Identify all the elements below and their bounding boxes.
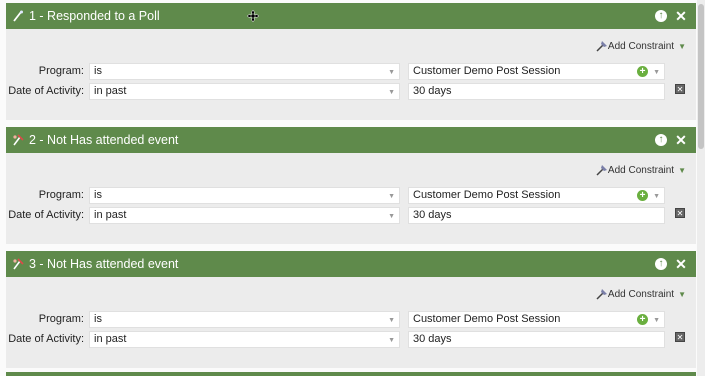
- add-constraint-button[interactable]: Add Constraint ▼: [596, 40, 686, 52]
- remove-constraint-button[interactable]: ✕: [675, 84, 685, 94]
- plus-icon[interactable]: +: [637, 65, 648, 77]
- close-icon: ✕: [676, 85, 684, 94]
- program-row: Program: is ▼ Customer Demo Post Session…: [6, 310, 665, 328]
- constraint-icon: [596, 165, 607, 176]
- add-constraint-button[interactable]: Add Constraint ▼: [596, 164, 686, 176]
- program-value-select[interactable]: Customer Demo Post Session + ▼: [408, 186, 665, 204]
- program-row: Program: is ▼ Customer Demo Post Session…: [6, 186, 665, 204]
- not-attended-icon: [11, 257, 25, 271]
- chevron-down-icon: ▼: [388, 88, 395, 96]
- filter-card-3: 3 - Not Has attended event ↑ ✕ Add Const…: [6, 251, 696, 368]
- chevron-down-icon: ▼: [388, 68, 395, 76]
- program-operator-select[interactable]: is ▼: [89, 62, 400, 80]
- chevron-down-icon: ▼: [653, 316, 660, 324]
- constraint-icon: [596, 289, 607, 300]
- date-row: Date of Activity: in past ▼ 30 days: [6, 206, 665, 224]
- program-value: Customer Demo Post Session: [413, 65, 561, 77]
- plus-icon[interactable]: +: [637, 313, 648, 325]
- date-operator-select[interactable]: in past ▼: [89, 82, 400, 100]
- program-operator-value: is: [94, 313, 102, 325]
- scrollbar[interactable]: [697, 0, 705, 376]
- close-filter-button[interactable]: ✕: [674, 131, 688, 148]
- program-operator-value: is: [94, 65, 102, 77]
- plus-icon[interactable]: +: [637, 189, 648, 201]
- close-icon: ✕: [675, 255, 687, 272]
- program-label: Program:: [38, 189, 84, 201]
- arrow-up-icon: ↑: [655, 258, 667, 270]
- filter-title: 2 - Not Has attended event: [29, 133, 179, 147]
- not-attended-icon: [11, 133, 25, 147]
- filter-header: 1 - Responded to a Poll ↑ ✕: [6, 3, 696, 29]
- filter-header: 3 - Not Has attended event ↑ ✕: [6, 251, 696, 277]
- add-constraint-button[interactable]: Add Constraint ▼: [596, 288, 686, 300]
- program-value: Customer Demo Post Session: [413, 189, 561, 201]
- date-operator-value: in past: [94, 209, 127, 221]
- chevron-down-icon: ▼: [388, 192, 395, 200]
- scrollbar-thumb[interactable]: [698, 4, 704, 149]
- date-value-input[interactable]: 30 days: [408, 82, 665, 100]
- date-value-input[interactable]: 30 days: [408, 206, 665, 224]
- smart-list-canvas: 1 - Responded to a Poll ↑ ✕ Add Constrai…: [0, 0, 705, 376]
- program-value-select[interactable]: Customer Demo Post Session + ▼: [408, 310, 665, 328]
- program-row: Program: is ▼ Customer Demo Post Session…: [6, 62, 665, 80]
- chevron-down-icon: ▼: [388, 336, 395, 344]
- arrow-up-icon: ↑: [655, 134, 667, 146]
- date-label: Date of Activity:: [8, 209, 84, 221]
- date-operator-select[interactable]: in past ▼: [89, 330, 400, 348]
- filter-card-1: 1 - Responded to a Poll ↑ ✕ Add Constrai…: [6, 3, 696, 120]
- close-filter-button[interactable]: ✕: [674, 7, 688, 24]
- chevron-down-icon: ▼: [388, 212, 395, 220]
- chevron-down-icon: ▼: [678, 41, 686, 51]
- move-up-button[interactable]: ↑: [654, 133, 668, 147]
- date-value-input[interactable]: 30 days: [408, 330, 665, 348]
- date-label: Date of Activity:: [8, 85, 84, 97]
- date-label: Date of Activity:: [8, 333, 84, 345]
- date-value: 30 days: [413, 333, 452, 345]
- date-value: 30 days: [413, 209, 452, 221]
- program-label: Program:: [38, 65, 84, 77]
- arrow-up-icon: ↑: [655, 10, 667, 22]
- program-operator-select[interactable]: is ▼: [89, 186, 400, 204]
- program-value-select[interactable]: Customer Demo Post Session + ▼: [408, 62, 665, 80]
- chevron-down-icon: ▼: [653, 68, 660, 76]
- program-label: Program:: [38, 313, 84, 325]
- date-operator-value: in past: [94, 333, 127, 345]
- remove-constraint-button[interactable]: ✕: [675, 208, 685, 218]
- filter-card-2: 2 - Not Has attended event ↑ ✕ Add Const…: [6, 127, 696, 244]
- chevron-down-icon: ▼: [388, 316, 395, 324]
- move-up-button[interactable]: ↑: [654, 9, 668, 23]
- chevron-down-icon: ▼: [678, 165, 686, 175]
- date-row: Date of Activity: in past ▼ 30 days: [6, 82, 665, 100]
- close-icon: ✕: [676, 209, 684, 218]
- program-operator-select[interactable]: is ▼: [89, 310, 400, 328]
- filter-header: 2 - Not Has attended event ↑ ✕: [6, 127, 696, 153]
- close-icon: ✕: [675, 131, 687, 148]
- add-constraint-label: Add Constraint: [607, 40, 675, 52]
- date-operator-value: in past: [94, 85, 127, 97]
- date-value: 30 days: [413, 85, 452, 97]
- close-filter-button[interactable]: ✕: [674, 255, 688, 272]
- remove-constraint-button[interactable]: ✕: [675, 332, 685, 342]
- filter-title: 3 - Not Has attended event: [29, 257, 179, 271]
- close-icon: ✕: [676, 333, 684, 342]
- program-operator-value: is: [94, 189, 102, 201]
- add-constraint-label: Add Constraint: [607, 288, 675, 300]
- chevron-down-icon: ▼: [653, 192, 660, 200]
- next-filter-header: [6, 372, 696, 376]
- program-value: Customer Demo Post Session: [413, 313, 561, 325]
- date-row: Date of Activity: in past ▼ 30 days: [6, 330, 665, 348]
- constraint-icon: [596, 41, 607, 52]
- chevron-down-icon: ▼: [678, 289, 686, 299]
- wand-icon: [11, 9, 25, 23]
- filter-title: 1 - Responded to a Poll: [29, 9, 160, 23]
- add-constraint-label: Add Constraint: [607, 164, 675, 176]
- date-operator-select[interactable]: in past ▼: [89, 206, 400, 224]
- close-icon: ✕: [675, 7, 687, 24]
- move-cursor-icon: [247, 10, 259, 22]
- move-up-button[interactable]: ↑: [654, 257, 668, 271]
